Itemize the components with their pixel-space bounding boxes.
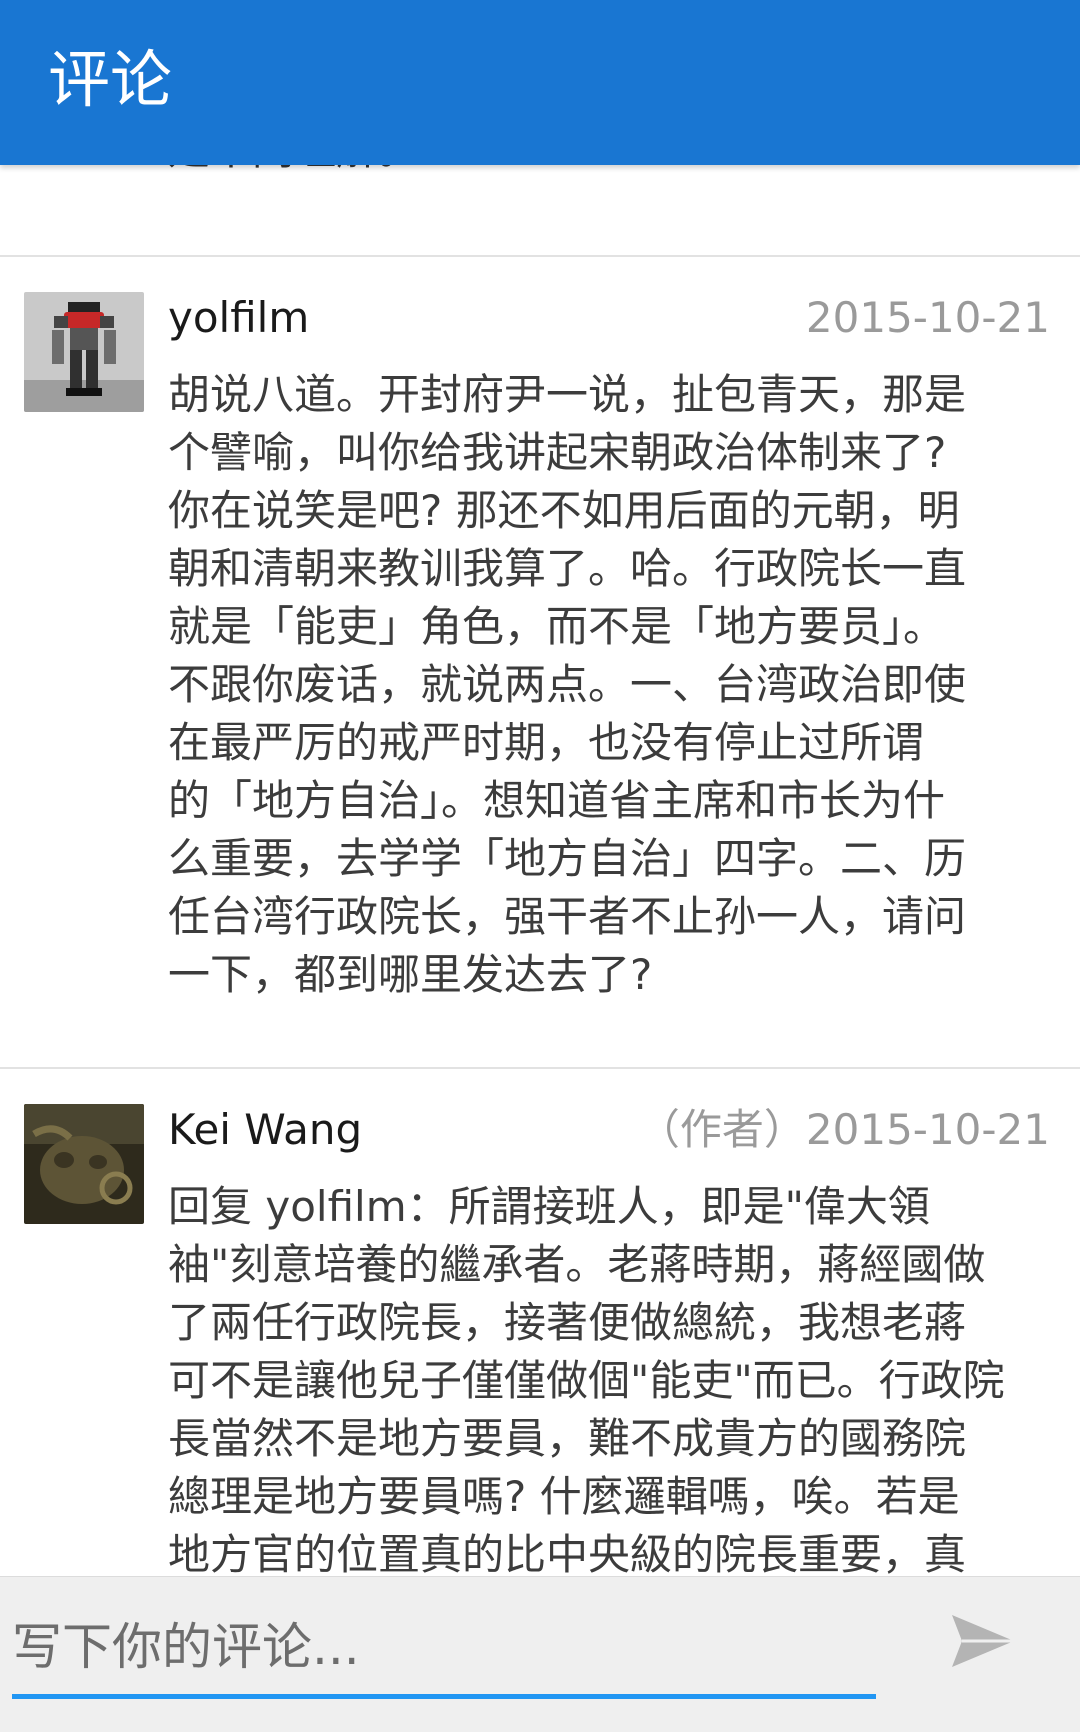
comment-line: 不跟你废话，就说两点。一、台湾政治即使 bbox=[168, 660, 967, 709]
comment-line: 一下，都到哪里发达去了? bbox=[168, 950, 653, 999]
comment-meta: 2015-10-21 bbox=[806, 288, 1050, 348]
app-bar: 评论 bbox=[0, 0, 1080, 165]
comment-line: 回复 yolfilm：所謂接班人，即是"偉大領 bbox=[168, 1182, 930, 1231]
comment-line: 長當然不是地方要員，難不成貴方的國務院 bbox=[168, 1414, 967, 1463]
comment-body: 回复 yolfilm：所謂接班人，即是"偉大領 袖"刻意培養的繼承者。老蔣時期，… bbox=[168, 1178, 1050, 1584]
comment-line: 在最严厉的戒严时期，也没有停止过所谓 bbox=[168, 718, 925, 767]
send-icon bbox=[952, 1615, 1014, 1667]
comment-line: 了兩任行政院長，接著便做總統，我想老蔣 bbox=[168, 1298, 967, 1347]
comment-line: 你在说笑是吧? 那还不如用后面的元朝，明 bbox=[168, 486, 960, 535]
robot-figure-icon bbox=[24, 292, 144, 412]
bronze-ox-icon bbox=[24, 1104, 144, 1224]
comment-body: 胡说八道。开封府尹一说，扯包青天，那是 个譬喻，叫你给我讲起宋朝政治体制来了? … bbox=[168, 366, 1050, 1004]
send-button[interactable] bbox=[940, 1599, 1024, 1683]
comment-line: 胡说八道。开封府尹一说，扯包青天，那是 bbox=[168, 370, 967, 419]
bronze-ox-avatar[interactable] bbox=[24, 1104, 144, 1224]
comment-divider bbox=[0, 255, 1080, 257]
comment-date: 2015-10-21 bbox=[805, 1105, 1050, 1154]
author-tag: （作者） bbox=[637, 1105, 806, 1154]
comment-meta: （作者）2015-10-21 bbox=[638, 1100, 1050, 1160]
comment-line: 就是「能吏」角色，而不是「地方要员」。 bbox=[168, 602, 946, 651]
robot-figure-avatar[interactable] bbox=[24, 292, 144, 412]
comment-line: 个譬喻，叫你给我讲起宋朝政治体制来了? bbox=[168, 428, 947, 477]
comment-line: 袖"刻意培養的繼承者。老蔣時期，蔣經國做 bbox=[168, 1240, 986, 1289]
input-underline bbox=[12, 1694, 876, 1699]
comment-username[interactable]: Kei Wang bbox=[168, 1100, 362, 1160]
comment-username[interactable]: yolfilm bbox=[168, 288, 309, 348]
page-title: 评论 bbox=[48, 43, 173, 116]
comment-divider bbox=[0, 1067, 1080, 1069]
comment-line: 總理是地方要員嗎? 什麼邏輯嗎，唉。若是 bbox=[168, 1472, 960, 1521]
comment-input[interactable] bbox=[12, 1607, 876, 1687]
comment-composer bbox=[0, 1576, 1080, 1732]
comment-line: 任台湾行政院长，强干者不止孙一人，请问 bbox=[168, 892, 967, 941]
comment-line: 可不是讓他兒子僅僅做個"能吏"而已。行政院 bbox=[168, 1356, 1005, 1405]
comment-date: 2015-10-21 bbox=[805, 293, 1050, 342]
comment-line: 朝和清朝来教训我算了。哈。行政院长一直 bbox=[168, 544, 967, 593]
comments-list[interactable]: 是不同理解。 yolfilm 2015-10-21 bbox=[0, 0, 1080, 1731]
comment-line: 么重要，去学学「地方自治」四字。二、历 bbox=[168, 834, 967, 883]
comment-line: 的「地方自治」。想知道省主席和市长为什 bbox=[168, 776, 946, 825]
